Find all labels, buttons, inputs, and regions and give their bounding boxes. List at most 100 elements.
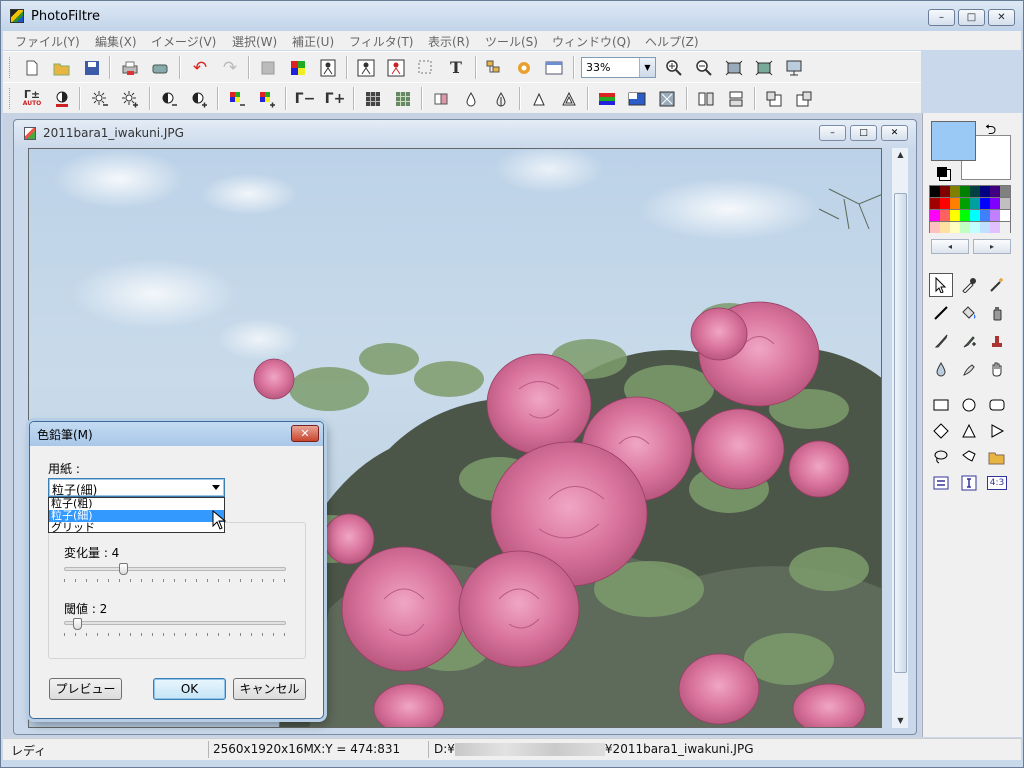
contrast-auto-icon[interactable]	[51, 88, 73, 109]
triangle-shape-icon[interactable]	[957, 419, 981, 443]
zoom-combobox[interactable]: 33% ▼	[581, 57, 656, 78]
palette-swatch[interactable]	[980, 198, 990, 209]
color-grid-icon[interactable]	[287, 57, 309, 78]
palette-swatch[interactable]	[990, 186, 1000, 197]
palette-swatch[interactable]	[1000, 222, 1010, 233]
arrow-shape-icon[interactable]	[985, 419, 1009, 443]
rectangle-icon[interactable]	[929, 393, 953, 417]
palette-next-icon[interactable]: ▸	[973, 239, 1011, 254]
open-folder-icon[interactable]	[51, 57, 73, 78]
dialog-close-button[interactable]: ✕	[291, 425, 319, 442]
palette-swatch[interactable]	[970, 210, 980, 221]
palette-swatch[interactable]	[950, 198, 960, 209]
stamp-icon[interactable]	[985, 329, 1009, 353]
threshold-slider-thumb[interactable]	[73, 618, 82, 630]
open-shape-icon[interactable]	[985, 445, 1009, 469]
reset-colors-icon[interactable]	[937, 167, 947, 177]
smudge-icon[interactable]	[957, 357, 981, 381]
paper-select[interactable]: 粒子(細)	[48, 478, 225, 497]
menu-window[interactable]: ウィンドウ(Q)	[552, 33, 631, 50]
fill-bucket-icon[interactable]	[957, 301, 981, 325]
palette-swatch[interactable]	[960, 222, 970, 233]
rotate-left-icon[interactable]	[763, 88, 785, 109]
paper-option-grid[interactable]: グリッド	[49, 522, 224, 534]
toolbar-grip[interactable]	[9, 57, 12, 78]
save-disk-icon[interactable]	[81, 57, 103, 78]
chevron-down-icon[interactable]: ▼	[639, 58, 655, 77]
diamond-icon[interactable]	[929, 419, 953, 443]
flip-horizontal-icon[interactable]	[695, 88, 717, 109]
doc-close-button[interactable]: ✕	[881, 125, 908, 141]
horizontal-select-icon[interactable]	[929, 471, 953, 495]
lasso-icon[interactable]	[929, 445, 953, 469]
palette-swatch[interactable]	[940, 222, 950, 233]
palette-swatch[interactable]	[940, 210, 950, 221]
variation-slider-track[interactable]	[64, 567, 286, 571]
palette-swatch[interactable]	[990, 222, 1000, 233]
menu-image[interactable]: イメージ(V)	[151, 33, 216, 50]
hand-icon[interactable]	[985, 357, 1009, 381]
undo-icon[interactable]: ↶	[189, 57, 211, 78]
palette-swatch[interactable]	[960, 186, 970, 197]
menu-tools[interactable]: ツール(S)	[485, 33, 538, 50]
ellipse-icon[interactable]	[957, 393, 981, 417]
person-icon[interactable]	[317, 57, 339, 78]
palette-swatch[interactable]	[970, 186, 980, 197]
palette-swatch[interactable]	[980, 210, 990, 221]
saturation-minus-icon[interactable]	[226, 88, 248, 109]
doc-maximize-button[interactable]: □	[850, 125, 877, 141]
gear-flower-icon[interactable]	[513, 57, 535, 78]
close-button[interactable]: ✕	[988, 9, 1015, 26]
palette-swatch[interactable]	[930, 210, 940, 221]
scroll-up-icon[interactable]: ▲	[892, 148, 909, 162]
special-effect-icon[interactable]	[656, 88, 678, 109]
gamma-plus-auto-icon[interactable]: Γ± AUTO	[21, 88, 43, 109]
palette-swatch[interactable]	[970, 222, 980, 233]
palette-swatch[interactable]	[960, 198, 970, 209]
vertical-select-icon[interactable]	[957, 471, 981, 495]
palette-swatch[interactable]	[930, 198, 940, 209]
menu-select[interactable]: 選択(W)	[232, 33, 277, 50]
print-icon[interactable]	[119, 57, 141, 78]
palette-swatch[interactable]	[930, 186, 940, 197]
doc-minimize-button[interactable]: –	[819, 125, 846, 141]
scroll-thumb[interactable]	[894, 193, 907, 673]
brush-icon[interactable]	[929, 329, 953, 353]
fit-image-icon[interactable]	[753, 57, 775, 78]
window-icon[interactable]	[543, 57, 565, 78]
menu-view[interactable]: 表示(R)	[428, 33, 470, 50]
menu-adjust[interactable]: 補正(U)	[292, 33, 334, 50]
new-file-icon[interactable]	[21, 57, 43, 78]
maximize-button[interactable]: □	[958, 9, 985, 26]
toolbar-grip-2[interactable]	[9, 88, 12, 109]
foreground-color-swatch[interactable]	[931, 121, 976, 161]
layers-icon[interactable]	[483, 57, 505, 78]
zoom-in-icon[interactable]	[663, 57, 685, 78]
blur-drop-icon[interactable]	[929, 357, 953, 381]
spray-icon[interactable]	[985, 301, 1009, 325]
chevron-down-icon[interactable]	[212, 485, 220, 490]
vertical-scrollbar[interactable]: ▲ ▼	[891, 148, 908, 728]
redo-icon[interactable]: ↷	[219, 57, 241, 78]
palette-swatch[interactable]	[950, 210, 960, 221]
polygon-lasso-icon[interactable]	[957, 445, 981, 469]
drop-icon[interactable]	[460, 88, 482, 109]
gradient-rgb-icon[interactable]	[596, 88, 618, 109]
minimize-button[interactable]: –	[928, 9, 955, 26]
person-frame-red-icon[interactable]	[385, 57, 407, 78]
line-icon[interactable]	[929, 301, 953, 325]
threshold-slider-track[interactable]	[64, 621, 286, 625]
palette-swatch[interactable]	[980, 186, 990, 197]
flip-vertical-icon[interactable]	[725, 88, 747, 109]
eyedropper-icon[interactable]	[957, 273, 981, 297]
slideshow-icon[interactable]	[783, 57, 805, 78]
grid-dark-icon[interactable]	[362, 88, 384, 109]
swap-colors-icon[interactable]: ⮌	[985, 119, 996, 143]
brightness-plus-icon[interactable]	[119, 88, 141, 109]
palette-swatch[interactable]	[970, 198, 980, 209]
scroll-down-icon[interactable]: ▼	[892, 714, 909, 728]
rotate-right-icon[interactable]	[793, 88, 815, 109]
menu-file[interactable]: ファイル(Y)	[15, 33, 80, 50]
variation-slider-thumb[interactable]	[119, 563, 128, 575]
palette-swatch[interactable]	[980, 222, 990, 233]
